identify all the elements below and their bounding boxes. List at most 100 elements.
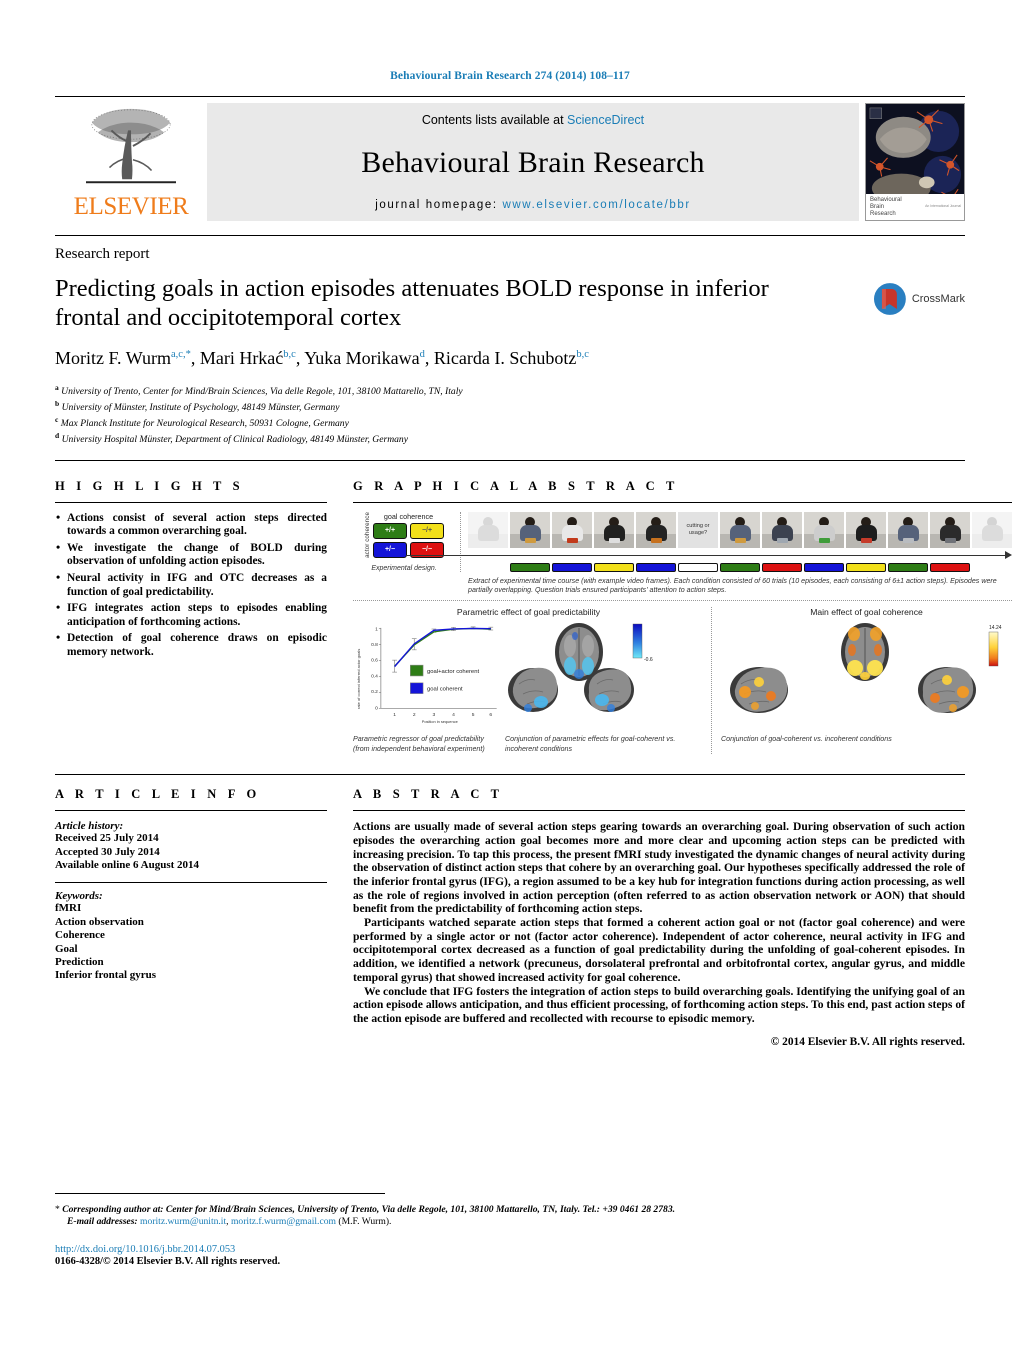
ytick-label: 0 — [375, 706, 378, 712]
graphical-abstract-figure: actor coherence goal coherence +/+ −/+ +… — [353, 511, 1012, 755]
graphical-abstract-rule — [353, 501, 1012, 503]
corresponding-marker: * — [55, 1204, 60, 1215]
xtick-label: 2 — [413, 713, 416, 719]
affiliation-item: b University of Münster, Institute of Ps… — [55, 398, 965, 414]
video-frame-fade-out — [972, 511, 1012, 548]
condition-color-bars — [510, 562, 1012, 572]
homepage-url[interactable]: www.elsevier.com/locate/bbr — [502, 199, 690, 211]
condition-bar — [846, 562, 886, 572]
journal-homepage-line: journal homepage: www.elsevier.com/locat… — [375, 199, 691, 211]
timeline-caption: Extract of experimental time course (wit… — [468, 576, 997, 594]
video-frame — [636, 511, 676, 548]
abstract-paragraph: Actions are usually made of several acti… — [353, 820, 965, 916]
affiliation-text: University Hospital Münster, Department … — [61, 433, 408, 445]
video-frame — [888, 511, 928, 548]
issn-copyright: 0166-4328/© 2014 Elsevier B.V. All right… — [55, 1256, 281, 1267]
crossmark-label: CrossMark — [911, 293, 965, 305]
author-item: Moritz F. Wurma,c,*, — [55, 348, 200, 368]
abstract-paragraph: Participants watched separate action ste… — [353, 916, 965, 984]
article-head-rule — [55, 235, 965, 236]
affiliation-mark: b — [55, 399, 60, 409]
condition-bar — [804, 562, 844, 572]
author-name: Moritz F. Wurm — [55, 348, 171, 369]
author-affil-mark[interactable]: b,c — [576, 349, 589, 360]
corresponding-text: Corresponding author at: Center for Mind… — [62, 1204, 676, 1215]
experimental-design-panel: actor coherence goal coherence +/+ −/+ +… — [353, 511, 461, 572]
highlights-list: Actions consist of several action steps … — [55, 511, 327, 660]
journal-title: Behavioural Brain Research — [361, 146, 705, 179]
doi-link[interactable]: http://dx.doi.org/10.1016/j.bbr.2014.07.… — [55, 1244, 965, 1255]
design-matrix: +/+ −/+ +/− −/− — [373, 522, 444, 558]
author-affil-mark[interactable]: a,c,* — [171, 349, 191, 360]
brain-maps-blue-svg: -0.65 — [508, 623, 656, 713]
actor-coherence-axis-label: actor coherence — [364, 511, 371, 558]
colorbar-max-label-orange: 14.24 — [989, 625, 1002, 631]
abstract-copyright: © 2014 Elsevier B.V. All rights reserved… — [770, 1035, 965, 1048]
brain-subcaption-orange: Conjunction of goal-coherent vs. incoher… — [721, 735, 892, 744]
article-history-item: Available online 6 August 2014 — [55, 858, 200, 871]
keywords-title: Keywords: — [55, 890, 103, 903]
abstract-paragraph: We conclude that IFG fosters the integra… — [353, 984, 965, 1025]
affiliation-mark: a — [55, 383, 59, 393]
frames-row: cutting or usage? — [468, 511, 1012, 548]
legend-swatch-goal-actor-coherent — [410, 665, 424, 677]
design-cell-actor-coherent: −/+ — [410, 522, 444, 539]
page-footer: * Corresponding author at: Center for Mi… — [55, 1193, 965, 1267]
running-head: Behavioural Brain Research 274 (2014) 10… — [390, 70, 630, 82]
author-name: Mari Hrkać — [199, 348, 284, 369]
experimental-design-caption: Experimental design. — [371, 564, 437, 572]
behavioral-line-chart: rate of correct inferred actor goals 1 0… — [353, 620, 501, 731]
list-item: IFG integrates action steps to episodes … — [55, 601, 327, 629]
article-info-heading: A R T I C L E I N F O — [55, 787, 261, 802]
abstract-heading: A B S T R A C T — [353, 787, 504, 802]
abstract-body: Actions are usually made of several acti… — [353, 820, 965, 1026]
ytick-label: 1 — [375, 627, 378, 633]
highlights-column: H I G H L I G H T S Actions consist of s… — [55, 479, 327, 755]
xtick-label: 6 — [489, 713, 492, 719]
timeline-arrow — [406, 550, 1012, 562]
ga-results-section: Parametric effect of goal predictability… — [353, 607, 1012, 755]
email-link-2[interactable]: moritz.f.wurm@gmail.com — [231, 1216, 336, 1227]
highlights-and-graphical-abstract: H I G H L I G H T S Actions consist of s… — [55, 479, 1012, 755]
affiliation-item: a University of Trento, Center for Mind/… — [55, 382, 965, 398]
contents-available-line: Contents lists available at ScienceDirec… — [422, 113, 644, 127]
condition-bar — [594, 562, 634, 572]
keyword-item: fMRI — [55, 902, 82, 915]
sciencedirect-link[interactable]: ScienceDirect — [567, 113, 644, 127]
xtick-label: 5 — [472, 713, 475, 719]
cover-label-tiny: An International Journal — [925, 204, 961, 208]
journal-masthead: ELSEVIER Contents lists available at Sci… — [55, 82, 965, 221]
ytick-label: 0.2 — [371, 689, 378, 695]
list-item: Actions consist of several action steps … — [55, 511, 327, 539]
email-link-1[interactable]: moritz.wurm@unitn.it — [140, 1216, 226, 1227]
video-frame-strip: cutting or usage? Extract of experimenta… — [406, 511, 1012, 596]
video-frame — [762, 511, 802, 548]
cover-label-line3: Research — [870, 211, 896, 217]
masthead-top-rule — [55, 96, 965, 97]
video-frame — [930, 511, 970, 548]
condition-bar — [678, 562, 718, 572]
corresponding-author-note: * Corresponding author at: Center for Mi… — [55, 1204, 676, 1227]
chart-ylabel: rate of correct inferred actor goals — [356, 649, 361, 709]
line-chart-svg: rate of correct inferred actor goals 1 0… — [356, 627, 497, 724]
left-panel-title: Parametric effect of goal predictability — [456, 607, 601, 618]
series-goal-actor-coherent — [394, 628, 491, 668]
crossmark-badge[interactable]: CrossMark — [873, 282, 965, 316]
main-effect-panel: Main effect of goal coherence 14.24 Conj… — [712, 607, 1012, 754]
affiliation-list: a University of Trento, Center for Mind/… — [55, 382, 965, 445]
goal-coherence-axis-label: goal coherence — [383, 511, 434, 521]
affiliation-text: University of Trento, Center for Mind/Br… — [61, 386, 463, 398]
xtick-label: 4 — [452, 713, 455, 719]
chart-xlabel: Position in sequence — [422, 719, 458, 724]
condition-bar — [720, 562, 760, 572]
design-cell-goal-coherent: +/− — [373, 541, 407, 558]
info-top-rule — [55, 459, 965, 461]
highlights-rule — [55, 501, 327, 503]
ytick-label: 0.4 — [371, 674, 378, 680]
author-affil-mark[interactable]: b,c — [283, 349, 296, 360]
ga-timeline-section: actor coherence goal coherence +/+ −/+ +… — [353, 511, 1012, 602]
condition-bar — [510, 562, 550, 572]
arrow-head-icon — [1005, 551, 1012, 560]
author-item: Ricarda I. Schubotzb,c — [434, 348, 589, 368]
author-sep: , — [295, 348, 305, 369]
